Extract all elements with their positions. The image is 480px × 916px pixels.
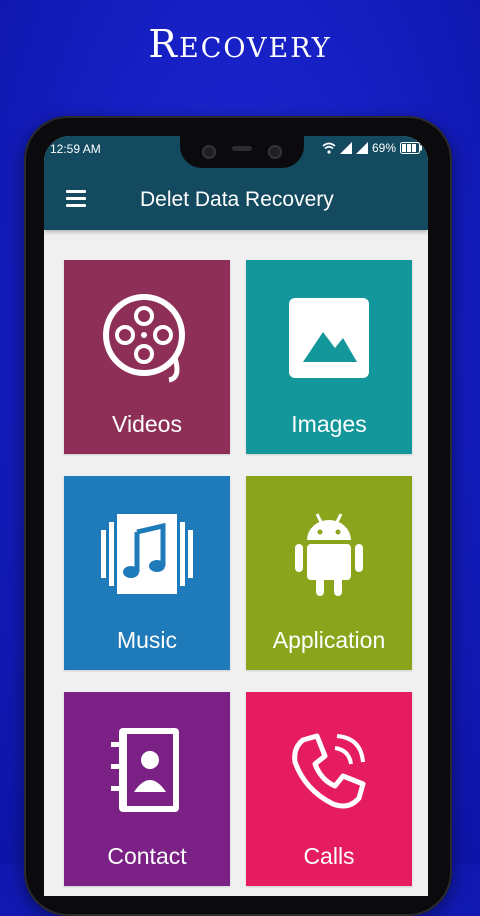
tile-label: Application [272,627,386,653]
battery-percent: 69% [371,141,396,155]
tile-label: Calls [303,843,355,869]
film-reel-icon [103,294,185,383]
signal-icon [339,142,352,154]
phone-call-icon [292,733,366,809]
tile-music[interactable]: Music [64,476,230,670]
camera-icon [268,145,282,159]
phone-frame: 12:59 AM 69% Delet Data Recovery Videos … [24,116,452,916]
status-bar: 12:59 AM 69% [44,136,428,170]
tile-label: Music [116,627,178,653]
tile-label: Images [291,411,367,437]
app-title: Delet Data Recovery [140,188,334,211]
app-screen: 12:59 AM 69% Delet Data Recovery Videos … [44,136,428,896]
status-icons: 69% [322,141,422,155]
tile-label: Contact [107,843,187,869]
tile-label: Videos [112,411,182,437]
tile-calls[interactable]: Calls [246,692,412,886]
speaker-grille [232,146,252,151]
camera-notch [180,136,304,168]
camera-icon [202,145,216,159]
tile-videos[interactable]: Videos [64,260,230,454]
hamburger-menu-icon[interactable] [66,190,86,208]
music-note-icon [101,514,193,594]
image-icon [289,298,369,378]
tile-application[interactable]: Application [246,476,412,670]
app-bar: Delet Data Recovery [44,170,428,230]
status-time: 12:59 AM [50,142,101,156]
wifi-icon [322,142,336,154]
tile-contact[interactable]: Contact [64,692,230,886]
signal-icon [355,142,368,154]
contact-book-icon [111,728,179,812]
tile-images[interactable]: Images [246,260,412,454]
android-icon [295,513,363,596]
battery-icon [400,142,422,154]
promo-title: Recovery [148,22,332,66]
